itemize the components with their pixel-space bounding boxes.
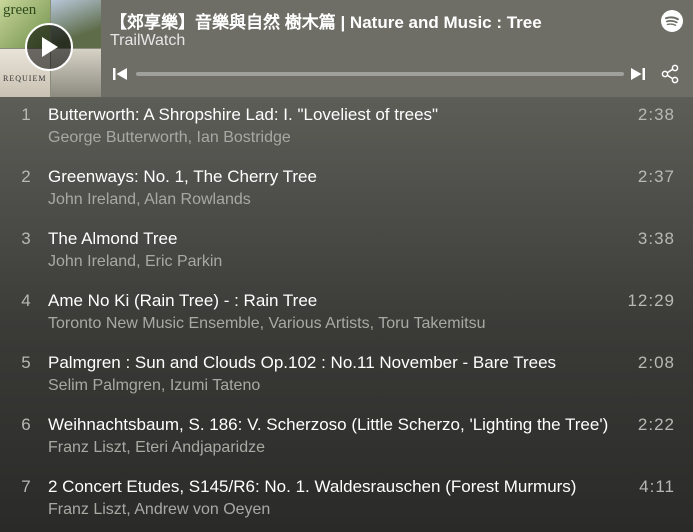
track-duration: 2:22 xyxy=(637,415,675,434)
playlist-title[interactable]: 【郊享樂】音樂與自然 樹木篇 | Nature and Music : Tree xyxy=(110,8,542,33)
cover-text-green: green xyxy=(3,2,37,18)
track-title[interactable]: Palmgren : Sun and Clouds Op.102 : No.11… xyxy=(48,353,556,373)
progress-bar[interactable] xyxy=(136,72,624,76)
player-header: green REQUIEM 【郊享樂】音樂與自然 樹木篇 | Nature an… xyxy=(0,0,693,97)
track-number: 3 xyxy=(21,229,31,248)
spotify-icon[interactable] xyxy=(660,9,684,33)
track-row[interactable]: 1 Butterworth: A Shropshire Lad: I. "Lov… xyxy=(0,97,693,159)
track-duration: 2:38 xyxy=(637,105,675,124)
track-list: 1 Butterworth: A Shropshire Lad: I. "Lov… xyxy=(0,97,693,531)
track-number: 5 xyxy=(21,353,31,372)
track-title[interactable]: Butterworth: A Shropshire Lad: I. "Lovel… xyxy=(48,105,438,125)
track-duration: 2:37 xyxy=(637,167,675,186)
track-title[interactable]: Greenways: No. 1, The Cherry Tree xyxy=(48,167,317,187)
track-number: 1 xyxy=(21,105,31,124)
track-row[interactable]: 7 2 Concert Etudes, S145/R6: No. 1. Wald… xyxy=(0,469,693,531)
track-title[interactable]: The Almond Tree xyxy=(48,229,177,249)
track-row[interactable]: 6 Weihnachtsbaum, S. 186: V. Scherzoso (… xyxy=(0,407,693,469)
track-duration: 2:08 xyxy=(637,353,675,372)
track-number: 4 xyxy=(21,291,31,310)
track-row[interactable]: 3 The Almond Tree John Ireland, Eric Par… xyxy=(0,221,693,283)
play-icon xyxy=(42,37,58,57)
play-button[interactable] xyxy=(25,23,73,71)
track-artists[interactable]: John Ireland, Alan Rowlands xyxy=(48,191,251,209)
playlist-owner[interactable]: TrailWatch xyxy=(110,32,185,50)
track-row[interactable]: 2 Greenways: No. 1, The Cherry Tree John… xyxy=(0,159,693,221)
track-artists[interactable]: Franz Liszt, Andrew von Oeyen xyxy=(48,501,270,519)
track-duration: 3:38 xyxy=(637,229,675,248)
skip-next-icon[interactable] xyxy=(630,66,646,82)
track-artists[interactable]: John Ireland, Eric Parkin xyxy=(48,253,222,271)
track-row[interactable]: 5 Palmgren : Sun and Clouds Op.102 : No.… xyxy=(0,345,693,407)
skip-previous-icon[interactable] xyxy=(112,66,128,82)
track-artists[interactable]: Franz Liszt, Eteri Andjaparidze xyxy=(48,439,265,457)
track-title[interactable]: Ame No Ki (Rain Tree) - : Rain Tree xyxy=(48,291,317,311)
track-number: 7 xyxy=(21,477,31,496)
track-title[interactable]: Weihnachtsbaum, S. 186: V. Scherzoso (Li… xyxy=(48,415,608,435)
track-number: 6 xyxy=(21,415,31,434)
track-title[interactable]: 2 Concert Etudes, S145/R6: No. 1. Waldes… xyxy=(48,477,576,497)
cover-text-requiem: REQUIEM xyxy=(3,74,47,83)
track-artists[interactable]: Selim Palmgren, Izumi Tateno xyxy=(48,377,260,395)
track-duration: 12:29 xyxy=(627,291,675,310)
track-number: 2 xyxy=(21,167,31,186)
share-icon[interactable] xyxy=(660,64,680,84)
track-artists[interactable]: George Butterworth, Ian Bostridge xyxy=(48,129,291,147)
track-row[interactable]: 4 Ame No Ki (Rain Tree) - : Rain Tree To… xyxy=(0,283,693,345)
track-artists[interactable]: Toronto New Music Ensemble, Various Arti… xyxy=(48,315,486,333)
track-duration: 4:11 xyxy=(639,477,675,496)
